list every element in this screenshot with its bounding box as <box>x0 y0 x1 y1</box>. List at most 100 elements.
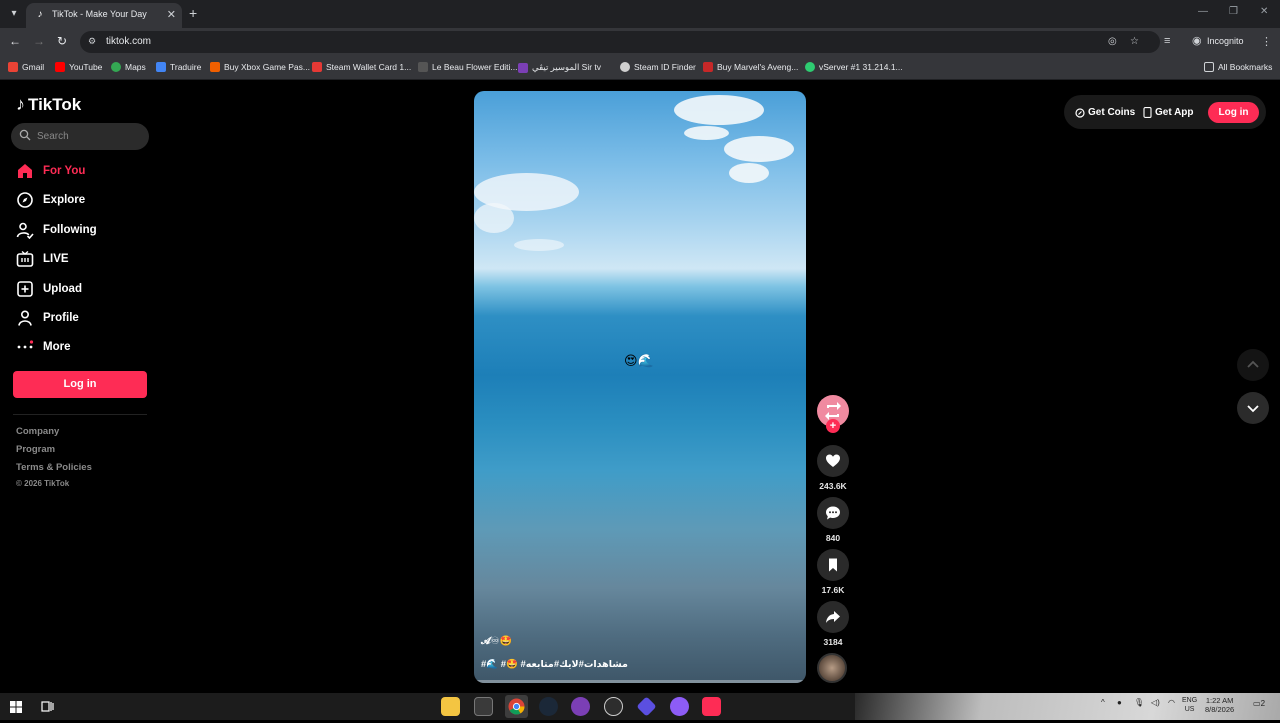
bookmark-marvel[interactable]: Buy Marvel's Aveng... <box>703 62 798 72</box>
microphone-icon[interactable]: 🎙 <box>1134 698 1144 707</box>
share-count: 3184 <box>823 637 843 647</box>
nav-more[interactable]: More <box>16 337 70 357</box>
bookmark-icon <box>829 558 837 572</box>
comment-icon <box>826 506 840 520</box>
scroll-up-button[interactable] <box>1237 349 1269 381</box>
tab-close-icon[interactable]: ✕ <box>167 8 176 21</box>
site-info-icon[interactable]: ⚙ <box>88 36 100 48</box>
bookmark-gmail[interactable]: Gmail <box>8 62 44 72</box>
steam-icon[interactable] <box>539 697 558 716</box>
chat-app-icon[interactable] <box>571 697 590 716</box>
nav-following[interactable]: Following <box>16 220 97 240</box>
footer-company[interactable]: Company <box>16 426 59 437</box>
nav-explore[interactable]: Explore <box>16 190 85 210</box>
notification-center-icon[interactable]: ▭2 <box>1253 699 1265 708</box>
like-button[interactable] <box>817 445 849 477</box>
bookmark-sirtv[interactable]: الموسير تيڤي Sir tv <box>518 62 601 73</box>
nav-profile[interactable]: Profile <box>16 308 79 328</box>
all-bookmarks[interactable]: All Bookmarks <box>1204 62 1272 72</box>
tracking-off-icon[interactable]: ◎ <box>1108 36 1117 47</box>
minimize-icon[interactable]: — <box>1198 6 1208 17</box>
cloud <box>474 203 514 233</box>
nav-for-you[interactable]: For You <box>16 161 85 181</box>
launcher-icon[interactable] <box>636 696 657 717</box>
browser-toolbar: ← → ↻ ⚙ tiktok.com ◎ ☆ ≡ ◉ Incognito ⋮ <box>0 28 1280 56</box>
url-text: tiktok.com <box>106 36 152 47</box>
bookmark-flower[interactable]: Le Beau Flower Editi... <box>418 62 518 72</box>
reload-icon[interactable]: ↻ <box>57 34 67 48</box>
task-view-icon[interactable] <box>41 700 54 713</box>
back-icon[interactable]: ← <box>9 34 21 48</box>
address-bar[interactable]: ⚙ tiktok.com ◎ ☆ <box>80 31 1160 53</box>
bookmark-label: Traduire <box>170 62 202 72</box>
new-tab-icon[interactable]: + <box>189 6 197 20</box>
search-icon <box>19 129 31 141</box>
tray-network-icon[interactable]: ● <box>1117 698 1122 707</box>
volume-icon[interactable]: ◁) <box>1151 698 1160 707</box>
file-explorer-icon[interactable] <box>441 697 460 716</box>
bookmark-xbox[interactable]: Buy Xbox Game Pas... <box>210 62 310 72</box>
clock-date: 8/8/2026 <box>1205 705 1235 714</box>
clock[interactable]: 1:22 AM 8/8/2026 <box>1205 696 1234 714</box>
tab-search-icon[interactable]: ▾ <box>6 6 22 22</box>
bookmark-label: Buy Marvel's Aveng... <box>717 62 799 72</box>
live-icon <box>16 250 34 267</box>
wifi-icon[interactable]: ◠ <box>1168 698 1175 707</box>
discord-icon[interactable] <box>670 697 689 716</box>
comment-button[interactable] <box>817 497 849 529</box>
flower-icon <box>418 62 428 72</box>
tray-chevron-icon[interactable]: ^ <box>1101 698 1105 707</box>
header-login-button[interactable]: Log in <box>1208 102 1259 123</box>
cloud <box>514 239 564 251</box>
browser-tab-strip: ▾ ♪ TikTok - Make Your Day ✕ + — ❐ ✕ <box>0 0 1280 28</box>
search-input[interactable]: Search <box>11 123 149 150</box>
bookmark-steam-wallet[interactable]: Steam Wallet Card 1... <box>312 62 411 72</box>
store-icon[interactable] <box>474 697 493 716</box>
tiktok-note-icon: ♪ <box>16 94 25 114</box>
comment-count: 840 <box>825 533 841 543</box>
sidebar-login-button[interactable]: Log in <box>13 371 147 398</box>
bookmark-star-icon[interactable]: ☆ <box>1130 36 1139 47</box>
cloud <box>674 95 764 125</box>
video-overlay-emoji: 😍🌊 <box>624 353 654 368</box>
music-disc-avatar[interactable] <box>817 653 847 683</box>
bookmark-steam-id[interactable]: Steam ID Finder <box>620 62 696 72</box>
steam-id-icon <box>620 62 630 72</box>
sirtv-icon <box>518 62 528 73</box>
nav-live[interactable]: LIVE <box>16 249 69 269</box>
forward-icon[interactable]: → <box>33 34 45 48</box>
window-close-icon[interactable]: ✕ <box>1260 6 1268 17</box>
bookmark-maps[interactable]: Maps <box>111 62 146 72</box>
chevron-down-icon <box>1247 405 1259 413</box>
browser-tab[interactable]: ♪ TikTok - Make Your Day ✕ <box>26 3 182 28</box>
tiktok-favicon-icon: ♪ <box>37 9 43 20</box>
restore-icon[interactable]: ❐ <box>1229 6 1238 17</box>
chrome-taskbar-button[interactable] <box>505 695 528 718</box>
menu-kebab-icon[interactable]: ⋮ <box>1261 35 1272 48</box>
video-description[interactable]: #🌊 #🤩 #مشاهدات#لايك#متابعه <box>481 659 628 670</box>
save-button[interactable] <box>817 549 849 581</box>
share-button[interactable] <box>817 601 849 633</box>
video-player[interactable]: 😍🌊 𝓐♾🤩 #🌊 #🤩 #مشاهدات#لايك#متابعه <box>474 91 806 683</box>
more-icon <box>17 340 34 349</box>
tiktok-logo[interactable]: ♪ TikTok <box>16 94 81 115</box>
bookmark-vserver[interactable]: vServer #1 31.214.1... <box>805 62 903 72</box>
video-progress-bar[interactable] <box>474 680 806 683</box>
windows-start-icon[interactable] <box>10 701 22 713</box>
get-app-button[interactable]: Get App <box>1143 107 1194 118</box>
language-indicator[interactable]: ENG US <box>1182 696 1197 714</box>
obs-icon[interactable] <box>604 697 623 716</box>
scroll-down-button[interactable] <box>1237 392 1269 424</box>
get-coins-button[interactable]: Get Coins <box>1075 107 1135 118</box>
follow-plus-icon[interactable]: + <box>826 419 840 433</box>
nav-upload[interactable]: Upload <box>16 279 82 299</box>
heart-icon <box>826 454 840 467</box>
bookmark-traduire[interactable]: Traduire <box>156 62 201 72</box>
video-creator-tags[interactable]: 𝓐♾🤩 <box>481 636 512 647</box>
footer-program[interactable]: Program <box>16 444 55 455</box>
tiktok-app-icon[interactable] <box>702 697 721 716</box>
footer-terms[interactable]: Terms & Policies <box>16 462 92 473</box>
bookmark-youtube[interactable]: YouTube <box>55 62 102 72</box>
incognito-label[interactable]: Incognito <box>1207 36 1244 46</box>
media-controls-icon[interactable]: ≡ <box>1164 35 1170 47</box>
